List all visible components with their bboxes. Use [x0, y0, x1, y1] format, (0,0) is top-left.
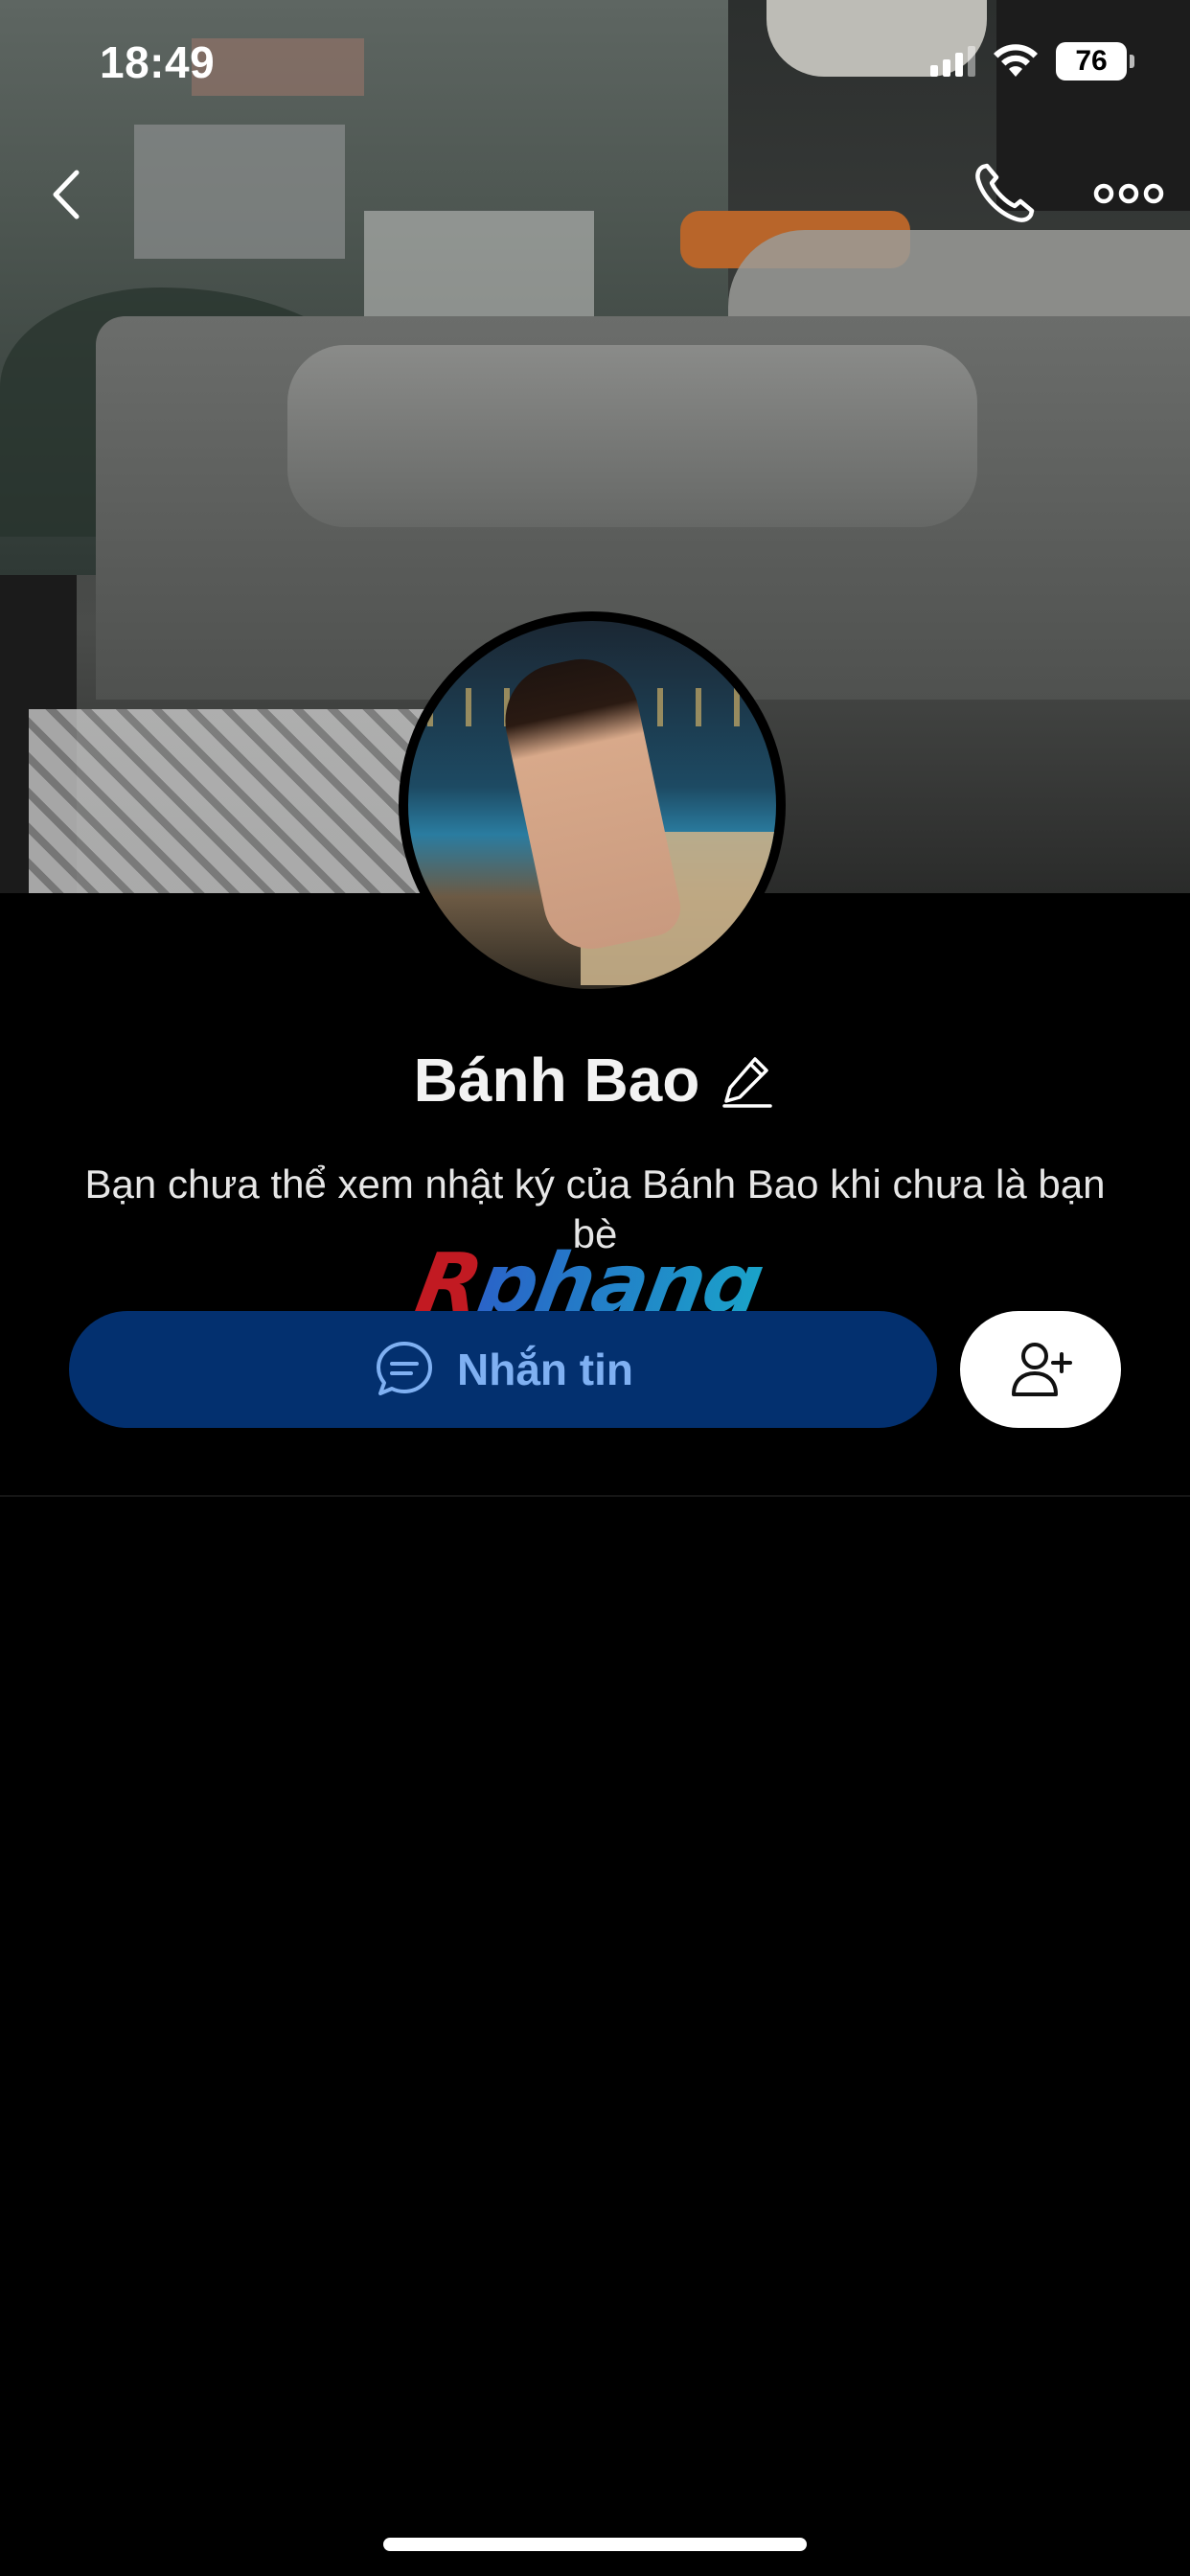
message-button[interactable]: Nhắn tin — [69, 1311, 937, 1428]
chat-bubble-icon — [377, 1342, 432, 1395]
avatar[interactable] — [399, 611, 786, 999]
pencil-icon[interactable] — [719, 1051, 776, 1109]
more-options-icon[interactable] — [1092, 167, 1165, 220]
cover-pillow — [287, 345, 977, 527]
battery-icon: 76 — [1056, 42, 1134, 80]
cover-roof — [192, 38, 364, 96]
add-friend-button[interactable] — [960, 1311, 1121, 1428]
add-friend-icon — [1012, 1343, 1072, 1396]
profile-name: Bánh Bao — [413, 1046, 700, 1115]
signal-icon — [930, 46, 975, 77]
home-indicator[interactable] — [383, 2538, 807, 2551]
wifi-icon — [994, 44, 1038, 77]
cover-house — [134, 125, 345, 259]
status-time: 18:49 — [100, 37, 216, 87]
phone-call-icon[interactable] — [968, 157, 1041, 230]
battery-level: 76 — [1075, 45, 1108, 77]
cover-rug — [29, 709, 431, 893]
status-icons: 76 — [930, 42, 1134, 80]
back-chevron-icon[interactable] — [36, 161, 103, 228]
message-button-label: Nhắn tin — [457, 1345, 633, 1394]
profile-name-row: Bánh Bao — [0, 1045, 1190, 1116]
section-divider — [0, 1495, 1190, 1497]
avatar-photo — [408, 621, 776, 989]
